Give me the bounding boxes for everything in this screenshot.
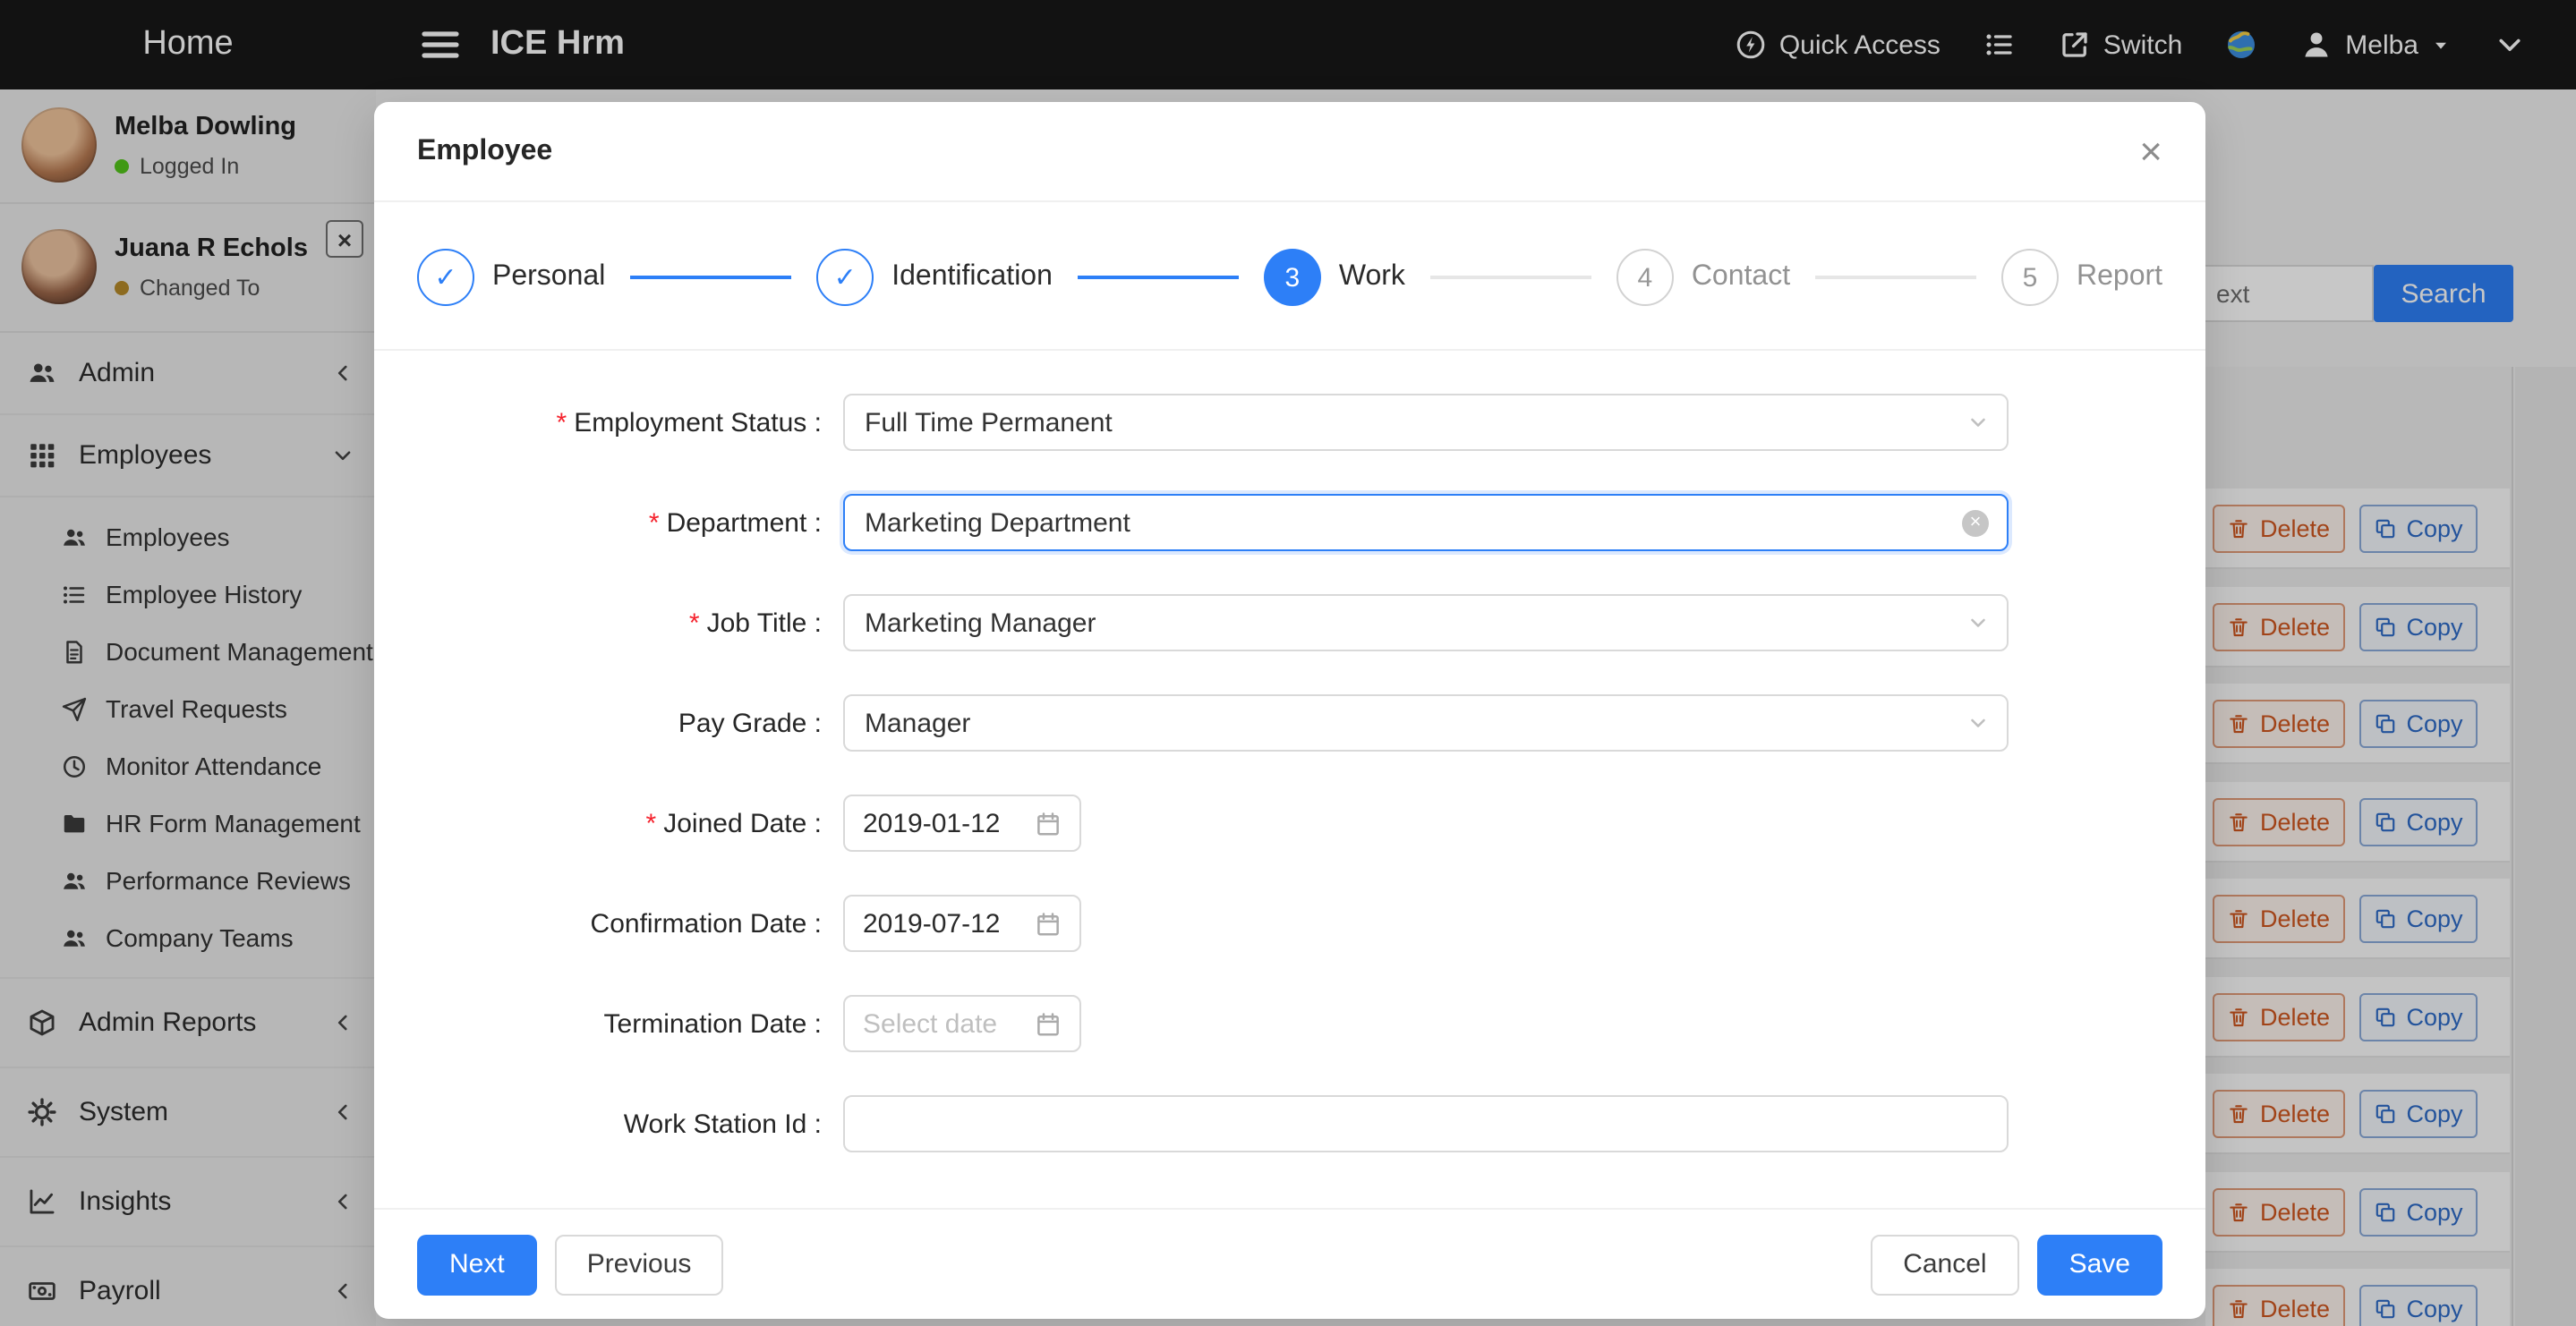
employment-status-select[interactable]: Full Time Permanent — [843, 394, 2009, 451]
modal-header: Employee × — [374, 102, 2205, 202]
date-placeholder: Select date — [863, 1008, 997, 1039]
date-value: 2019-01-12 — [863, 808, 1000, 838]
step-contact[interactable]: 4 Contact — [1616, 249, 1790, 306]
step-personal[interactable]: ✓ Personal — [417, 249, 605, 306]
date-value: 2019-07-12 — [863, 908, 1000, 939]
calendar-icon — [1035, 1010, 1062, 1037]
department-select[interactable]: Marketing Department × — [843, 494, 2009, 551]
field-employment-status: *Employment Status : Full Time Permanent — [417, 394, 2162, 451]
job-title-select[interactable]: Marketing Manager — [843, 594, 2009, 651]
required-mark: * — [557, 407, 567, 438]
field-label: Pay Grade : — [417, 708, 843, 738]
joined-date-input[interactable]: 2019-01-12 — [843, 795, 1081, 852]
field-label: *Joined Date : — [417, 808, 843, 838]
calendar-icon — [1035, 910, 1062, 937]
step-connector — [1078, 276, 1239, 279]
termination-date-input[interactable]: Select date — [843, 995, 1081, 1052]
next-button[interactable]: Next — [417, 1234, 537, 1295]
close-icon[interactable]: × — [2139, 132, 2162, 171]
field-label: *Job Title : — [417, 608, 843, 638]
step-number: 5 — [2001, 249, 2059, 306]
field-label: *Employment Status : — [417, 407, 843, 438]
step-label: Identification — [891, 261, 1053, 293]
step-check-icon: ✓ — [417, 249, 474, 306]
clear-icon[interactable]: × — [1962, 509, 1989, 536]
step-label: Personal — [492, 261, 605, 293]
work-form: *Employment Status : Full Time Permanent… — [374, 351, 2205, 1152]
wizard-steps: ✓ Personal ✓ Identification 3 Work 4 Con… — [374, 202, 2205, 351]
pay-grade-select[interactable]: Manager — [843, 694, 2009, 752]
step-label: Work — [1339, 261, 1405, 293]
modal-title: Employee — [417, 135, 552, 167]
work-station-id-input[interactable] — [843, 1095, 2009, 1152]
required-mark: * — [689, 608, 700, 638]
step-report[interactable]: 5 Report — [2001, 249, 2162, 306]
step-number: 4 — [1616, 249, 1674, 306]
select-value: Full Time Permanent — [865, 407, 1113, 438]
confirmation-date-input[interactable]: 2019-07-12 — [843, 895, 1081, 952]
field-joined-date: *Joined Date : 2019-01-12 — [417, 795, 2162, 852]
step-label: Contact — [1692, 261, 1790, 293]
field-label: *Department : — [417, 507, 843, 538]
step-connector — [1815, 276, 1976, 279]
previous-button[interactable]: Previous — [555, 1234, 724, 1295]
chevron-down-icon — [1967, 412, 1989, 433]
employee-modal: Employee × ✓ Personal ✓ Identification 3… — [374, 102, 2205, 1319]
field-label: Work Station Id : — [417, 1109, 843, 1139]
step-number: 3 — [1264, 249, 1321, 306]
screen: Home ICE Hrm Quick Access Switch Melba — [0, 0, 2576, 1326]
step-connector — [630, 276, 791, 279]
cancel-button[interactable]: Cancel — [1871, 1234, 2018, 1295]
step-work[interactable]: 3 Work — [1264, 249, 1405, 306]
save-button[interactable]: Save — [2037, 1234, 2162, 1295]
calendar-icon — [1035, 810, 1062, 837]
field-confirmation-date: Confirmation Date : 2019-07-12 — [417, 895, 2162, 952]
step-connector — [1430, 276, 1591, 279]
select-value: Marketing Department — [865, 507, 1130, 538]
field-label: Confirmation Date : — [417, 908, 843, 939]
select-value: Marketing Manager — [865, 608, 1096, 638]
field-pay-grade: Pay Grade : Manager — [417, 694, 2162, 752]
step-identification[interactable]: ✓ Identification — [816, 249, 1053, 306]
required-mark: * — [649, 507, 660, 538]
chevron-down-icon — [1967, 712, 1989, 734]
field-label: Termination Date : — [417, 1008, 843, 1039]
required-mark: * — [646, 808, 657, 838]
step-label: Report — [2077, 261, 2162, 293]
field-job-title: *Job Title : Marketing Manager — [417, 594, 2162, 651]
select-value: Manager — [865, 708, 970, 738]
modal-footer: Next Previous Cancel Save — [374, 1208, 2205, 1319]
chevron-down-icon — [1967, 612, 1989, 633]
step-check-icon: ✓ — [816, 249, 874, 306]
field-work-station-id: Work Station Id : — [417, 1095, 2162, 1152]
field-department: *Department : Marketing Department × — [417, 494, 2162, 551]
field-termination-date: Termination Date : Select date — [417, 995, 2162, 1052]
